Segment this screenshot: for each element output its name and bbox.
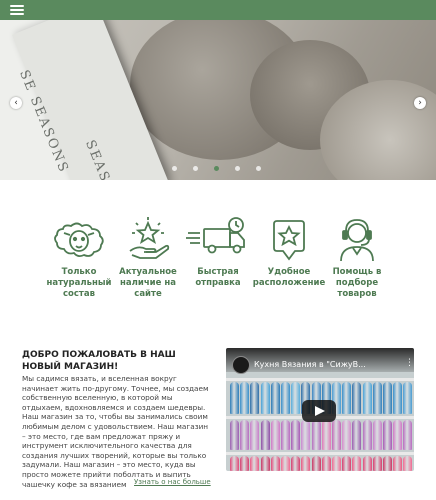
yarn-cone-image bbox=[281, 420, 290, 450]
yarn-cone-image bbox=[240, 456, 250, 471]
yarn-cone-image bbox=[393, 382, 403, 414]
yarn-cone-image bbox=[403, 382, 413, 414]
feature-label: Актуальное наличие на сайте bbox=[119, 267, 177, 299]
yarn-cone-image bbox=[383, 420, 392, 450]
yarn-cone-image bbox=[240, 382, 250, 414]
yarn-cone-image bbox=[362, 420, 372, 450]
channel-avatar[interactable] bbox=[232, 356, 250, 374]
top-navigation-bar bbox=[0, 0, 436, 20]
yarn-cone-image bbox=[403, 456, 413, 471]
yarn-cone-image bbox=[260, 420, 270, 450]
yarn-cone-image bbox=[321, 420, 331, 450]
video-title[interactable]: Кухня Вязания в "СижуВ... bbox=[254, 360, 366, 369]
slider-dot-active[interactable] bbox=[214, 166, 219, 171]
yarn-cone-image bbox=[291, 382, 301, 414]
sheep-icon bbox=[54, 222, 104, 258]
support-headset-icon bbox=[340, 219, 374, 262]
feature-support: Помощь в подборе товаров bbox=[317, 215, 397, 300]
feature-label: Только натуральный состав bbox=[46, 267, 112, 299]
yarn-cone-image bbox=[311, 456, 321, 471]
welcome-body-text: Мы садимся вязать, и вселенная вокруг на… bbox=[22, 374, 209, 489]
feature-fast-shipping: Быстрая отправка bbox=[178, 215, 258, 289]
slider-dot[interactable] bbox=[235, 166, 240, 171]
yarn-cone-image bbox=[240, 420, 250, 450]
yarn-cone-image bbox=[362, 382, 372, 414]
yarn-cone-image bbox=[342, 382, 352, 414]
yarn-cone-image bbox=[250, 420, 260, 450]
delivery-truck-icon bbox=[186, 217, 245, 254]
features-row: Только натуральный состав Актуальное нал… bbox=[0, 215, 436, 315]
yarn-cone-image bbox=[270, 382, 280, 414]
yarn-cone-image bbox=[332, 456, 341, 471]
feature-label: Быстрая отправка bbox=[195, 267, 241, 288]
yarn-cone-image bbox=[250, 382, 260, 414]
yarn-cone-image bbox=[281, 382, 290, 414]
youtube-video-embed[interactable]: Кухня Вязания в "СижуВ... ⋮ bbox=[226, 348, 414, 471]
yarn-cone-image bbox=[301, 456, 311, 471]
location-pin-star-icon bbox=[273, 220, 305, 261]
yarn-cone-image bbox=[291, 420, 301, 450]
slider-pagination bbox=[172, 166, 261, 171]
yarn-cone-image bbox=[321, 456, 331, 471]
yarn-cone-image bbox=[372, 382, 382, 414]
yarn-cone-image bbox=[342, 456, 352, 471]
yarn-cone-image bbox=[230, 420, 239, 450]
yarn-cone-image bbox=[352, 382, 362, 414]
yarn-cone-image bbox=[393, 456, 403, 471]
yarn-cone-image bbox=[270, 420, 280, 450]
video-more-icon[interactable]: ⋮ bbox=[405, 358, 414, 368]
slider-next-arrow-icon[interactable]: › bbox=[414, 97, 426, 109]
yarn-cone-image bbox=[230, 382, 239, 414]
yarn-cone-image bbox=[383, 382, 392, 414]
yarn-cone-image bbox=[260, 456, 270, 471]
yarn-cone-image bbox=[372, 456, 382, 471]
yarn-cone-image bbox=[311, 420, 321, 450]
slider-dot[interactable] bbox=[172, 166, 177, 171]
slider-prev-arrow-icon[interactable]: ‹ bbox=[10, 97, 22, 109]
yarn-cone-image bbox=[352, 420, 362, 450]
yarn-cone-image bbox=[332, 420, 341, 450]
yarn-cone-image bbox=[270, 456, 280, 471]
yarn-cone-image bbox=[362, 456, 372, 471]
yarn-cone-image bbox=[372, 420, 382, 450]
yarn-cone-image bbox=[393, 420, 403, 450]
feature-natural: Только натуральный состав bbox=[39, 215, 119, 300]
yarn-cone-image bbox=[403, 420, 413, 450]
yarn-cone-image bbox=[342, 420, 352, 450]
yarn-cone-image bbox=[230, 456, 239, 471]
yarn-cone-image bbox=[352, 456, 362, 471]
hero-slider: SE SEASONS SEASO bbox=[0, 20, 436, 180]
slider-dot[interactable] bbox=[193, 166, 198, 171]
yarn-cone-image bbox=[291, 456, 301, 471]
feature-label: Помощь в подборе товаров bbox=[332, 267, 382, 299]
yarn-cone-image bbox=[281, 456, 290, 471]
play-button-icon[interactable] bbox=[302, 400, 336, 422]
hamburger-menu-icon[interactable] bbox=[10, 3, 24, 17]
star-hand-icon bbox=[129, 217, 170, 259]
yarn-cone-image bbox=[383, 456, 392, 471]
yarn-cone-image bbox=[250, 456, 260, 471]
yarn-cone-image bbox=[301, 420, 311, 450]
slider-dot[interactable] bbox=[256, 166, 261, 171]
feature-availability: Актуальное наличие на сайте bbox=[108, 215, 188, 300]
yarn-cone-image bbox=[260, 382, 270, 414]
welcome-title: ДОБРО ПОЖАЛОВАТЬ В НАШ НОВЫЙ МАГАЗИН! bbox=[22, 350, 176, 372]
about-us-link[interactable]: Узнать о нас больше bbox=[134, 478, 211, 486]
